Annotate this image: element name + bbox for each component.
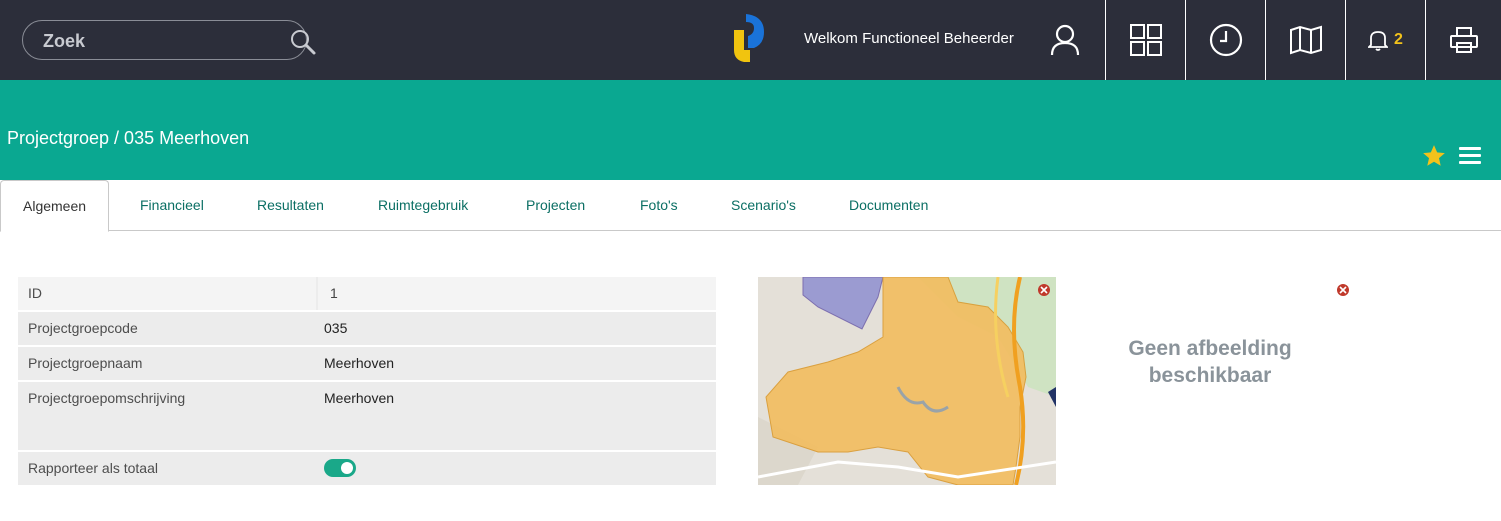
top-navigation-bar: Welkom Functioneel Beheerder 2: [0, 0, 1501, 80]
tab-projecten[interactable]: Projecten: [526, 180, 585, 231]
favorite-star-icon[interactable]: [1421, 143, 1447, 174]
bell-icon: [1368, 31, 1389, 51]
map-button[interactable]: [1265, 0, 1345, 80]
search-input[interactable]: [43, 29, 263, 53]
field-value-projectgroepomschrijving[interactable]: Meerhoven: [318, 382, 716, 450]
notifications-button[interactable]: 2: [1345, 0, 1425, 80]
tab-resultaten[interactable]: Resultaten: [257, 180, 324, 231]
field-label: Projectgroepnaam: [28, 355, 143, 371]
tab-fotos[interactable]: Foto's: [640, 180, 678, 231]
tab-documenten[interactable]: Documenten: [849, 180, 928, 231]
form-row-id: ID 1: [18, 277, 716, 310]
map-thumbnail[interactable]: [758, 277, 1056, 485]
rapporteer-toggle[interactable]: [324, 459, 356, 477]
map-icon: [1289, 25, 1322, 55]
user-profile-button[interactable]: [1045, 20, 1085, 60]
print-button[interactable]: [1425, 0, 1501, 80]
field-label: Projectgroepomschrijving: [28, 390, 186, 406]
history-button[interactable]: [1185, 0, 1265, 80]
tab-ruimtegebruik[interactable]: Ruimtegebruik: [378, 180, 468, 231]
welcome-text: Welkom Functioneel Beheerder: [804, 30, 1014, 47]
remove-image-icon[interactable]: [1337, 284, 1349, 296]
form-row-rapporteer-als-totaal: Rapporteer als totaal: [18, 452, 716, 485]
app-logo[interactable]: [728, 10, 768, 66]
form-row-projectgroepomschrijving: Projectgroepomschrijving Meerhoven: [18, 382, 716, 450]
user-icon: [1050, 24, 1080, 56]
hamburger-menu-icon[interactable]: [1459, 147, 1481, 169]
grid-icon: [1129, 24, 1162, 56]
field-label: Projectgroepcode: [28, 320, 138, 336]
field-value-id: 1: [318, 277, 716, 310]
field-label: ID: [18, 277, 316, 310]
tab-scenarios[interactable]: Scenario's: [731, 180, 796, 231]
tab-algemeen[interactable]: Algemeen: [0, 180, 110, 232]
form-row-projectgroepnaam: Projectgroepnaam Meerhoven: [18, 347, 716, 380]
form-row-projectgroepcode: Projectgroepcode 035: [18, 312, 716, 345]
search-box[interactable]: [22, 20, 316, 60]
clock-icon: [1209, 23, 1242, 57]
field-label: Rapporteer als totaal: [28, 460, 158, 476]
page-header: Projectgroep / 035 Meerhoven: [0, 80, 1501, 180]
detail-form: ID 1 Projectgroepcode 035 Projectgroepna…: [18, 277, 716, 487]
apps-grid-button[interactable]: [1105, 0, 1185, 80]
field-value-rapporteer-als-totaal: [318, 452, 716, 485]
field-value-projectgroepcode[interactable]: 035: [318, 312, 716, 345]
field-value-projectgroepnaam[interactable]: Meerhoven: [318, 347, 716, 380]
notification-count-badge: 2: [1394, 31, 1403, 48]
tab-financieel[interactable]: Financieel: [140, 180, 204, 231]
no-image-placeholder: Geen afbeelding beschikbaar: [1128, 337, 1292, 387]
search-icon[interactable]: [289, 28, 317, 61]
remove-map-icon[interactable]: [1038, 284, 1050, 296]
printer-icon: [1449, 27, 1478, 53]
page-title: Projectgroep / 035 Meerhoven: [7, 128, 250, 148]
tab-bar: Algemeen Financieel Resultaten Ruimtegeb…: [0, 180, 1501, 232]
